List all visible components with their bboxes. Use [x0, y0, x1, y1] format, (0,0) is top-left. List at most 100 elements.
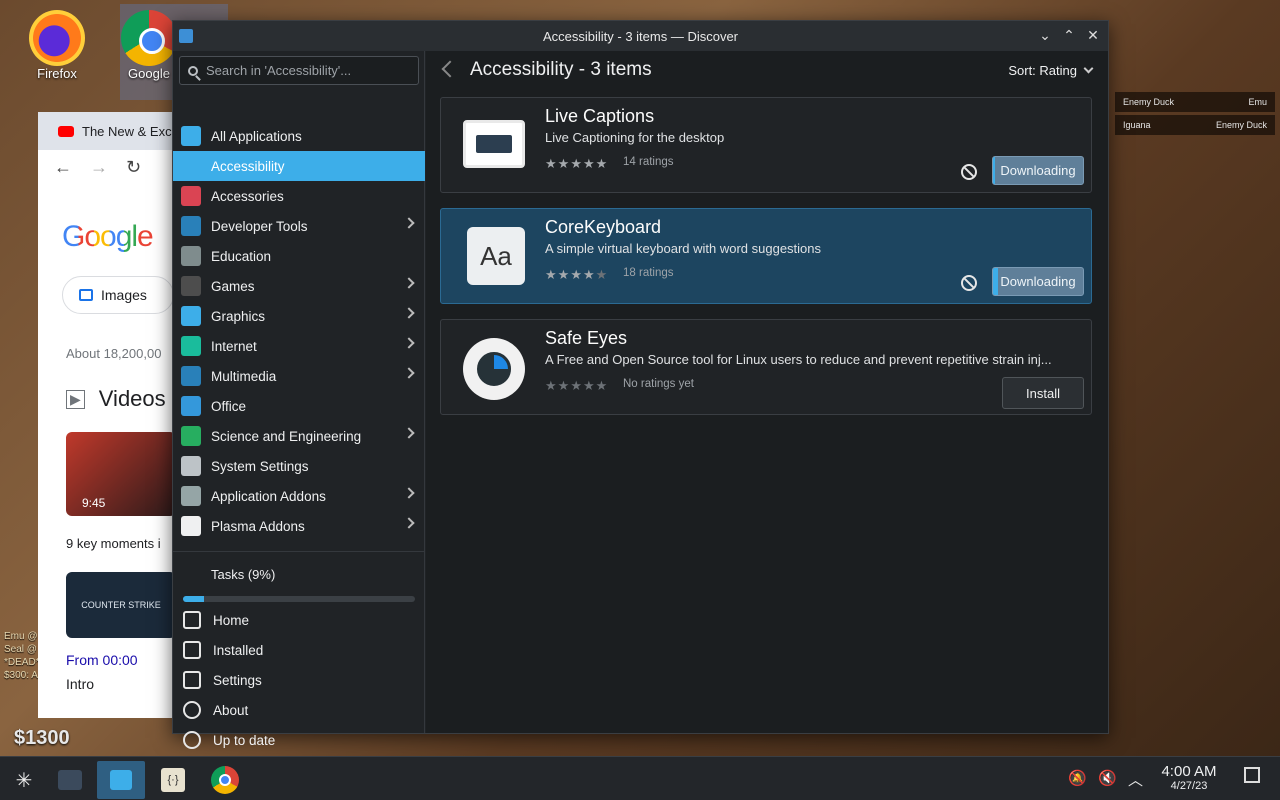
category-label: Accessibility	[211, 158, 285, 174]
live-captions-icon	[463, 120, 525, 168]
update-icon	[183, 731, 201, 749]
sidebar-category-all-applications[interactable]: All Applications	[173, 121, 425, 151]
discover-window: Accessibility - 3 items — Discover ⌄ ⌃ ✕…	[172, 20, 1109, 749]
downloading-button[interactable]: Downloading	[992, 156, 1084, 185]
nav-settings[interactable]: Settings	[173, 665, 425, 695]
sidebar-category-internet[interactable]: Internet	[173, 331, 425, 361]
sidebar-category-graphics[interactable]: Graphics	[173, 301, 425, 331]
window-titlebar[interactable]: Accessibility - 3 items — Discover ⌄ ⌃ ✕	[173, 21, 1108, 51]
cancel-icon[interactable]	[961, 275, 977, 291]
main-content: Accessibility - 3 items Sort: Rating Liv…	[426, 51, 1108, 733]
ratings-count: 18 ratings	[623, 267, 674, 279]
google-logo-text: Google	[62, 220, 154, 253]
app-description: A simple virtual keyboard with word sugg…	[545, 241, 822, 256]
back-icon[interactable]: ←	[54, 157, 72, 178]
nav-home[interactable]: Home	[173, 605, 425, 635]
back-arrow-icon[interactable]	[441, 60, 459, 78]
nav-about[interactable]: About	[173, 695, 425, 725]
taskbar-discover-button[interactable]	[97, 761, 145, 799]
ratings-count: No ratings yet	[623, 378, 694, 390]
clock[interactable]: 4:00 AM 4/27/23	[1152, 763, 1226, 792]
nav-installed[interactable]: Installed	[173, 635, 425, 665]
image-icon	[79, 289, 93, 301]
app-description: Live Captioning for the desktop	[545, 130, 725, 145]
taskbar-chrome-button[interactable]	[201, 761, 249, 799]
sidebar-category-system-settings[interactable]: System Settings	[173, 451, 425, 481]
star-icon: ★	[557, 378, 570, 393]
category-label: Education	[211, 248, 272, 264]
category-label: Accessories	[211, 188, 284, 204]
desktop-icon-firefox[interactable]: Firefox	[22, 10, 92, 81]
chevron-right-icon	[403, 307, 415, 319]
sidebar-category-accessibility[interactable]: Accessibility	[173, 151, 425, 181]
settings-icon	[183, 671, 201, 689]
nav-up-to-date[interactable]: Up to date	[173, 725, 425, 755]
star-icon: ★	[595, 156, 608, 171]
key-moments-text[interactable]: 9 key moments i	[66, 536, 161, 551]
tray-expand-icon[interactable]: ︿	[1128, 769, 1143, 790]
video-thumbnail-2[interactable]: COUNTER STRIKE	[66, 572, 176, 638]
minimize-icon[interactable]: ⌄	[1038, 27, 1052, 44]
sidebar-category-games[interactable]: Games	[173, 271, 425, 301]
steamdeck-launcher-icon: ✳	[15, 769, 33, 792]
search-placeholder: Search in 'Accessibility'...	[206, 63, 352, 78]
taskbar-kate-button[interactable]: {·}	[149, 761, 197, 799]
taskbar-settings-button[interactable]	[46, 761, 94, 799]
clock-time: 4:00 AM	[1161, 763, 1217, 780]
background-browser-window[interactable]: The New & Exc ← → ↻ Google Images About …	[38, 112, 180, 718]
category-icon	[181, 396, 201, 416]
app-card-safe-eyes[interactable]: Safe Eyes A Free and Open Source tool for…	[440, 319, 1092, 415]
volume-muted-icon[interactable]: 🔇	[1098, 769, 1117, 787]
star-icon: ★	[570, 378, 582, 393]
video-thumbnail[interactable]: 9:45	[66, 432, 176, 516]
chrome-icon	[211, 766, 239, 794]
discover-bag-icon	[110, 770, 132, 790]
show-desktop-icon[interactable]	[1244, 767, 1260, 783]
sidebar-category-plasma-addons[interactable]: Plasma Addons	[173, 511, 425, 541]
downloading-button[interactable]: Downloading	[992, 267, 1084, 296]
images-chip-label: Images	[101, 287, 147, 303]
taskbar: ✳ {·} 🔕 🔇 ︿ 4:00 AM 4/27/23	[0, 756, 1280, 800]
browser-nav: ← → ↻	[38, 150, 180, 184]
category-icon	[181, 276, 201, 296]
app-card-live-captions[interactable]: Live Captions Live Captioning for the des…	[440, 97, 1092, 193]
notifications-icon[interactable]: 🔕	[1068, 769, 1087, 787]
discover-app-icon[interactable]	[179, 29, 193, 43]
tasks-progress-fill	[183, 596, 204, 602]
app-description: A Free and Open Source tool for Linux us…	[545, 352, 1052, 367]
sort-dropdown[interactable]: Sort: Rating	[1008, 63, 1094, 78]
reload-icon[interactable]: ↻	[126, 157, 141, 178]
sidebar-category-accessories[interactable]: Accessories	[173, 181, 425, 211]
app-name: Safe Eyes	[545, 328, 628, 348]
page-title: Accessibility - 3 items	[470, 59, 652, 80]
nav-label: Installed	[213, 642, 264, 658]
close-icon[interactable]: ✕	[1086, 27, 1100, 44]
star-rating: ★ ★ ★ ★ ★	[545, 156, 607, 172]
images-chip[interactable]: Images	[62, 276, 174, 314]
category-label: All Applications	[211, 128, 302, 144]
star-icon: ★	[595, 267, 608, 282]
star-icon: ★	[582, 267, 595, 282]
star-icon: ★	[545, 378, 557, 393]
maximize-icon[interactable]: ⌃	[1062, 27, 1076, 44]
app-name: CoreKeyboard	[545, 217, 662, 237]
browser-tab[interactable]: The New & Exc	[38, 112, 180, 150]
sidebar-category-application-addons[interactable]: Application Addons	[173, 481, 425, 511]
sidebar-category-science-and-engineering[interactable]: Science and Engineering	[173, 421, 425, 451]
killfeed-text: Emu	[1248, 97, 1267, 107]
app-card-corekeyboard[interactable]: Aa CoreKeyboard A simple virtual keyboard …	[440, 208, 1092, 304]
sidebar-category-developer-tools[interactable]: Developer Tools	[173, 211, 425, 241]
sidebar-category-multimedia[interactable]: Multimedia	[173, 361, 425, 391]
sidebar-category-office[interactable]: Office	[173, 391, 425, 421]
forward-icon[interactable]: →	[90, 157, 108, 178]
timestamp-link[interactable]: From 00:00	[66, 652, 138, 668]
install-button[interactable]: Install	[1002, 377, 1084, 409]
chevron-right-icon	[403, 217, 415, 229]
tasks-label[interactable]: Tasks (9%)	[211, 567, 275, 582]
search-input[interactable]: Search in 'Accessibility'...	[179, 56, 419, 85]
cancel-icon[interactable]	[961, 164, 977, 180]
sidebar-category-education[interactable]: Education	[173, 241, 425, 271]
star-rating: ★ ★ ★ ★ ★	[545, 378, 607, 394]
app-launcher-button[interactable]: ✳	[0, 761, 48, 799]
star-icon: ★	[582, 378, 595, 393]
